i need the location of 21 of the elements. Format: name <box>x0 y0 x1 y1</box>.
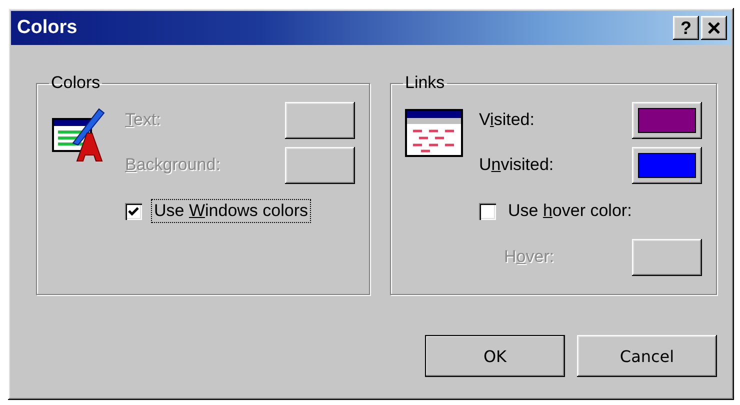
checkbox-label[interactable]: Use hover color: <box>506 200 634 222</box>
group-title: Links <box>404 73 446 93</box>
dialog-button[interactable]: OK <box>425 335 565 377</box>
color-label: Unvisited: <box>478 155 554 175</box>
color-picker-button[interactable] <box>632 146 702 184</box>
checkbox[interactable] <box>478 202 496 220</box>
help-button[interactable]: ? <box>673 16 699 40</box>
web-page-icon <box>404 109 463 159</box>
checkbox-label[interactable]: Use Windows colors <box>152 200 310 222</box>
color-label: Background: <box>125 155 220 175</box>
close-icon <box>707 22 721 34</box>
dialog-button[interactable]: Cancel <box>577 335 717 377</box>
window-title: Colors <box>17 17 78 39</box>
group-title: Colors <box>50 73 102 93</box>
color-label: Visited: <box>478 110 534 130</box>
close-button[interactable] <box>701 16 727 40</box>
color-label: Hover: <box>504 247 554 267</box>
color-label: Text: <box>125 110 161 130</box>
check-mark-icon <box>128 206 139 216</box>
checkbox[interactable] <box>125 202 142 220</box>
color-picker-button[interactable] <box>632 102 702 138</box>
